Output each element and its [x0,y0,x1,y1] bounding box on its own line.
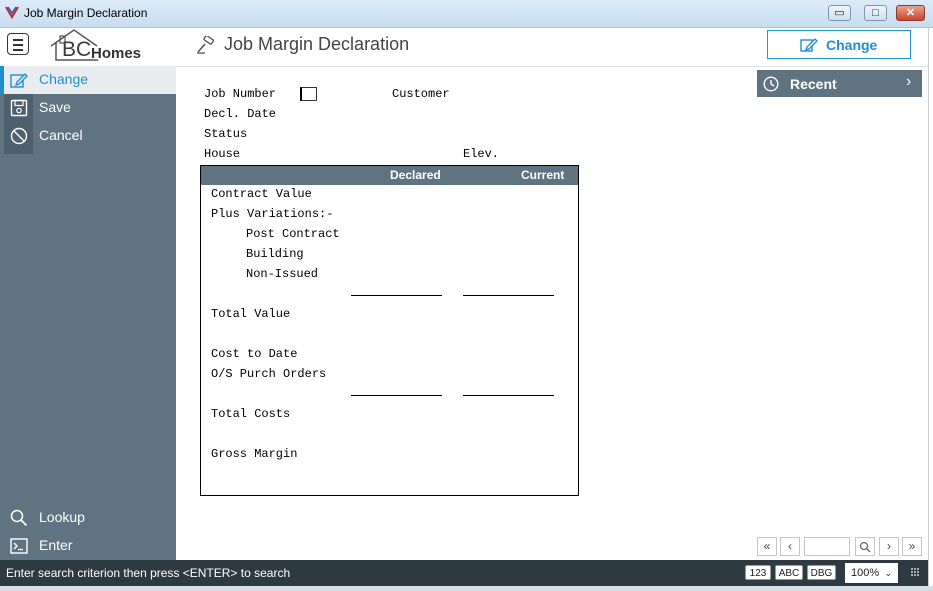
gavel-icon [197,36,215,54]
elev-label: Elev. [463,147,500,161]
sidebar-item-label: Lookup [39,509,85,525]
post-contract-label: Post Contract [246,227,340,241]
page-search-button[interactable] [855,537,875,556]
sidebar-item-lookup[interactable]: Lookup [0,504,176,532]
prev-page-button[interactable]: ‹ [780,537,800,556]
current-subtotal-line [463,295,554,296]
house-label: House [204,147,241,161]
total-value-label: Total Value [211,307,291,321]
change-button[interactable]: Change [767,30,911,59]
minimize-icon: ▭ [834,7,845,19]
sidebar: Change Save Cancel Lookup Enter [0,66,176,560]
app-header: BC Homes Job Margin Declaration Change [0,28,933,67]
menu-button[interactable] [7,33,29,55]
sidebar-item-enter[interactable]: Enter [0,532,176,560]
status-bar: Enter search criterion then press <ENTER… [0,560,928,586]
sidebar-item-label: Enter [39,537,73,553]
total-costs-label: Total Costs [211,407,291,421]
text-mode-badge[interactable]: ABC [775,565,803,580]
chevron-down-icon: ⌄ [884,568,892,578]
logo-homes: Homes [91,45,142,62]
search-icon [10,509,28,527]
close-icon: ✕ [905,7,916,19]
sidebar-item-label: Cancel [39,127,83,143]
maximize-icon: □ [872,7,879,19]
window-right-edge [928,28,933,591]
gross-margin-label: Gross Margin [211,447,298,461]
first-page-button[interactable]: « [757,537,777,556]
declared-subtotal-line [351,295,442,296]
debug-badge[interactable]: DBG [807,565,836,580]
contract-value-label: Contract Value [211,187,312,201]
maximize-button[interactable]: □ [864,5,887,21]
job-number-input[interactable] [300,87,317,101]
change-button-label: Change [826,37,878,53]
page-title: Job Margin Declaration [224,34,410,54]
current-cost-line [463,395,554,396]
sidebar-item-label: Change [39,71,89,87]
logo: BC Homes [48,28,166,64]
recent-panel-button[interactable]: Recent › [757,70,922,97]
clock-icon [763,76,779,92]
last-page-button[interactable]: » [902,537,922,556]
decl-date-label: Decl. Date [204,107,277,121]
sidebar-item-cancel[interactable]: Cancel [0,122,176,150]
panel-header: Declared Current [201,166,578,185]
customer-label: Customer [392,87,450,101]
zoom-value: 100% [851,567,880,579]
minimize-button[interactable]: ▭ [828,5,851,21]
building-label: Building [246,247,304,261]
status-label: Status [204,127,248,141]
declared-column-header: Declared [390,168,441,182]
non-issued-label: Non-Issued [246,267,319,281]
sidebar-item-change[interactable]: Change [0,66,176,94]
sidebar-item-save[interactable]: Save [0,94,176,122]
status-message: Enter search criterion then press <ENTER… [6,566,291,580]
resize-grip-icon[interactable] [911,568,919,576]
cancel-icon [10,127,28,145]
window-bottom-edge [0,586,933,591]
recent-label: Recent [790,76,837,92]
margin-panel: Declared Current Contract Value Plus Var… [200,165,579,496]
edit-icon [800,38,818,52]
cost-to-date-label: Cost to Date [211,347,298,361]
current-column-header: Current [521,168,565,182]
close-button[interactable]: ✕ [896,5,925,21]
next-page-button[interactable]: › [879,537,899,556]
app-icon [5,6,19,19]
terminal-icon [10,538,28,554]
declared-cost-line [351,395,442,396]
save-icon [10,99,28,117]
window-title: Job Margin Declaration [24,6,148,20]
edit-icon [10,73,28,88]
title-bar: Job Margin Declaration ▭ □ ✕ [0,0,933,28]
page-input[interactable] [804,537,850,556]
search-icon [859,541,871,553]
job-number-label: Job Number [204,87,277,101]
active-indicator [0,66,4,94]
zoom-select[interactable]: 100% ⌄ [845,563,898,583]
chevron-right-icon: › [906,73,912,90]
sidebar-item-label: Save [39,99,71,115]
logo-bc: BC [62,38,92,61]
numeric-mode-badge[interactable]: 123 [745,565,771,580]
os-purch-orders-label: O/S Purch Orders [211,367,327,381]
plus-variations-label: Plus Variations:- [211,207,334,221]
